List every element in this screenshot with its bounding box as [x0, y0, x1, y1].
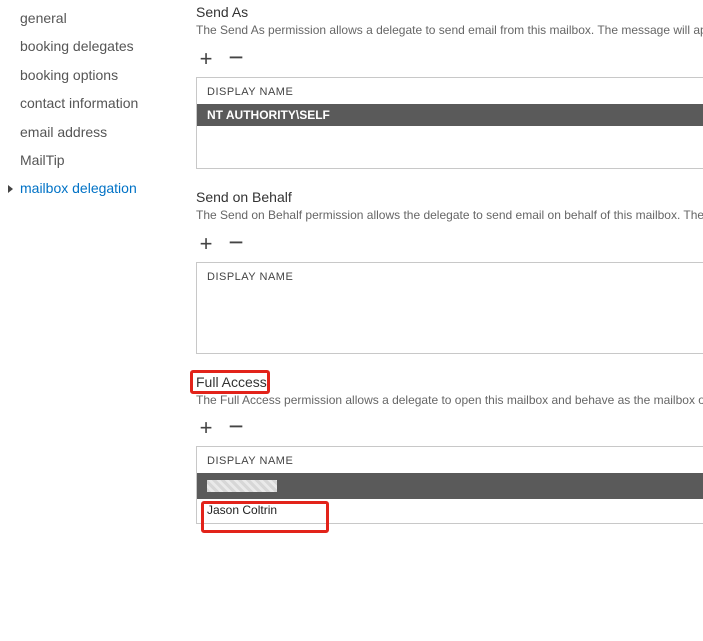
section-description: The Send As permission allows a delegate…	[196, 22, 703, 39]
toolbar: + −	[196, 49, 703, 69]
add-button[interactable]: +	[196, 49, 216, 69]
section-send-on-behalf: Send on Behalf The Send on Behalf permis…	[196, 189, 703, 354]
redacted-text	[207, 480, 277, 492]
row-text: NT AUTHORITY\SELF	[207, 108, 330, 122]
add-button[interactable]: +	[196, 234, 216, 254]
sidebar-item-label: contact information	[20, 92, 138, 114]
minus-icon: −	[228, 411, 243, 441]
toolbar: + −	[196, 234, 703, 254]
section-title: Send on Behalf	[196, 189, 703, 205]
row-text: Jason Coltrin	[207, 503, 277, 517]
sidebar-item-booking-delegates[interactable]: booking delegates	[6, 32, 166, 60]
list-row-redacted[interactable]	[197, 473, 703, 499]
column-header: DISPLAY NAME	[197, 447, 703, 473]
column-header: DISPLAY NAME	[197, 263, 703, 289]
column-header: DISPLAY NAME	[197, 78, 703, 104]
sidebar-item-label: booking delegates	[20, 35, 134, 57]
sidebar-item-general[interactable]: general	[6, 4, 166, 32]
full-access-list[interactable]: DISPLAY NAME Jason Coltrin	[196, 446, 703, 524]
sidebar-item-label: general	[20, 7, 67, 29]
section-title: Full Access	[196, 374, 267, 390]
sidebar-item-mailbox-delegation[interactable]: mailbox delegation	[6, 174, 166, 202]
sidebar: general booking delegates booking option…	[6, 4, 166, 544]
plus-icon: +	[200, 231, 213, 256]
minus-icon: −	[228, 227, 243, 257]
section-title: Send As	[196, 4, 703, 20]
sidebar-item-label: email address	[20, 121, 107, 143]
remove-button[interactable]: −	[226, 416, 246, 436]
send-as-list[interactable]: DISPLAY NAME NT AUTHORITY\SELF	[196, 77, 703, 169]
section-send-as: Send As The Send As permission allows a …	[196, 4, 703, 169]
toolbar: + −	[196, 418, 703, 438]
sidebar-item-mailtip[interactable]: MailTip	[6, 146, 166, 174]
plus-icon: +	[200, 415, 213, 440]
plus-icon: +	[200, 46, 213, 71]
sidebar-item-label: MailTip	[20, 149, 65, 171]
minus-icon: −	[228, 42, 243, 72]
sidebar-item-label: booking options	[20, 64, 118, 86]
remove-button[interactable]: −	[226, 232, 246, 252]
section-full-access: Full Access The Full Access permission a…	[196, 374, 703, 525]
send-on-behalf-list[interactable]: DISPLAY NAME	[196, 262, 703, 354]
list-row[interactable]: Jason Coltrin	[197, 499, 703, 521]
list-row-selected[interactable]: NT AUTHORITY\SELF	[197, 104, 703, 126]
sidebar-item-label: mailbox delegation	[20, 177, 137, 199]
main-panel: Send As The Send As permission allows a …	[166, 4, 703, 544]
sidebar-item-contact-information[interactable]: contact information	[6, 89, 166, 117]
sidebar-item-booking-options[interactable]: booking options	[6, 61, 166, 89]
add-button[interactable]: +	[196, 418, 216, 438]
section-description: The Send on Behalf permission allows the…	[196, 207, 703, 224]
sidebar-item-email-address[interactable]: email address	[6, 118, 166, 146]
section-description: The Full Access permission allows a dele…	[196, 392, 703, 409]
remove-button[interactable]: −	[226, 47, 246, 67]
